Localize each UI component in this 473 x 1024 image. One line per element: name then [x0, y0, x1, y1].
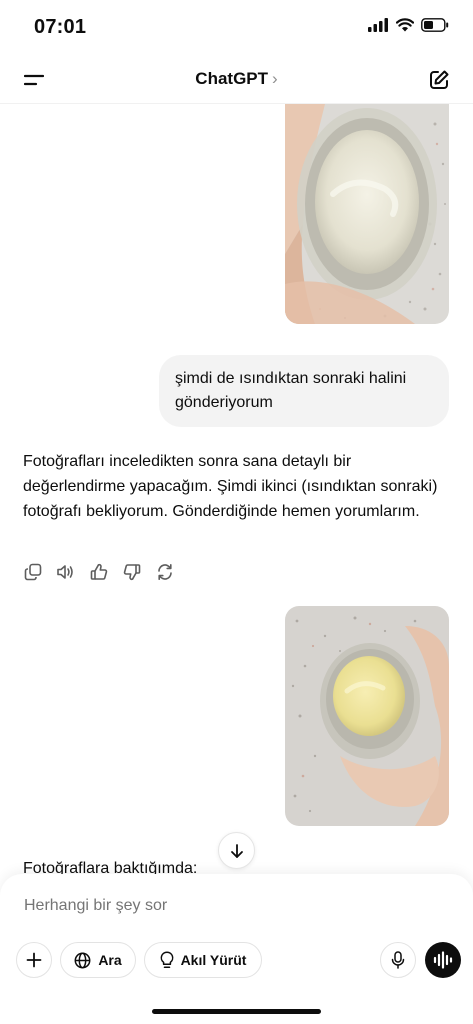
assistant-message-2: Fotoğraflara baktığımda:: [23, 860, 198, 874]
good-response-button[interactable]: [89, 562, 108, 581]
speaker-icon: [57, 564, 73, 579]
reason-button[interactable]: Akıl Yürüt: [144, 942, 262, 978]
model-selector[interactable]: ChatGPT ›: [0, 69, 473, 89]
composer-toolbar: Ara Akıl Yürüt: [16, 942, 461, 978]
wifi-icon: [396, 18, 414, 32]
thumbs-down-icon: [123, 563, 140, 580]
voice-mode-button[interactable]: [425, 942, 461, 978]
lightbulb-icon: [160, 951, 173, 968]
thumbs-up-icon: [90, 563, 107, 580]
copy-button[interactable]: [23, 562, 42, 581]
assistant-message: Fotoğrafları inceledikten sonra sana det…: [23, 453, 438, 520]
new-chat-button[interactable]: [425, 66, 453, 94]
regenerate-button[interactable]: [155, 562, 174, 581]
copy-icon: [24, 563, 41, 580]
globe-icon: [74, 952, 91, 968]
message-actions: [23, 562, 174, 581]
bad-response-button[interactable]: [122, 562, 141, 581]
search-label: Ara: [98, 952, 122, 968]
status-time: 07:01: [34, 16, 87, 38]
plus-icon: [26, 952, 42, 968]
search-button[interactable]: Ara: [60, 942, 136, 978]
arrow-down-icon: [230, 843, 243, 858]
user-message: şimdi de ısındıktan sonraki halini gönde…: [159, 355, 449, 427]
user-photo-before[interactable]: [285, 104, 449, 324]
chevron-right-icon: ›: [272, 69, 278, 88]
read-aloud-button[interactable]: [56, 562, 75, 581]
scroll-to-bottom-button[interactable]: [218, 832, 255, 869]
new-chat-icon: [430, 70, 449, 89]
status-icons: [368, 18, 449, 32]
message-input[interactable]: [24, 897, 424, 915]
chat-area[interactable]: şimdi de ısındıktan sonraki halini gönde…: [0, 104, 473, 874]
signal-icon: [368, 18, 388, 32]
voice-wave-icon: [433, 951, 453, 969]
regenerate-icon: [157, 563, 172, 580]
app-header: ChatGPT ›: [0, 56, 473, 104]
header-title: ChatGPT: [195, 69, 269, 88]
status-bar: 07:01: [0, 0, 473, 56]
battery-icon: [421, 18, 449, 32]
composer: Ara Akıl Yürüt: [0, 874, 473, 1024]
dictate-button[interactable]: [380, 942, 416, 978]
user-photo-after[interactable]: [285, 606, 449, 826]
mic-icon: [391, 951, 405, 969]
attach-button[interactable]: [16, 942, 52, 978]
reason-label: Akıl Yürüt: [180, 952, 247, 968]
home-indicator: [152, 1009, 321, 1014]
